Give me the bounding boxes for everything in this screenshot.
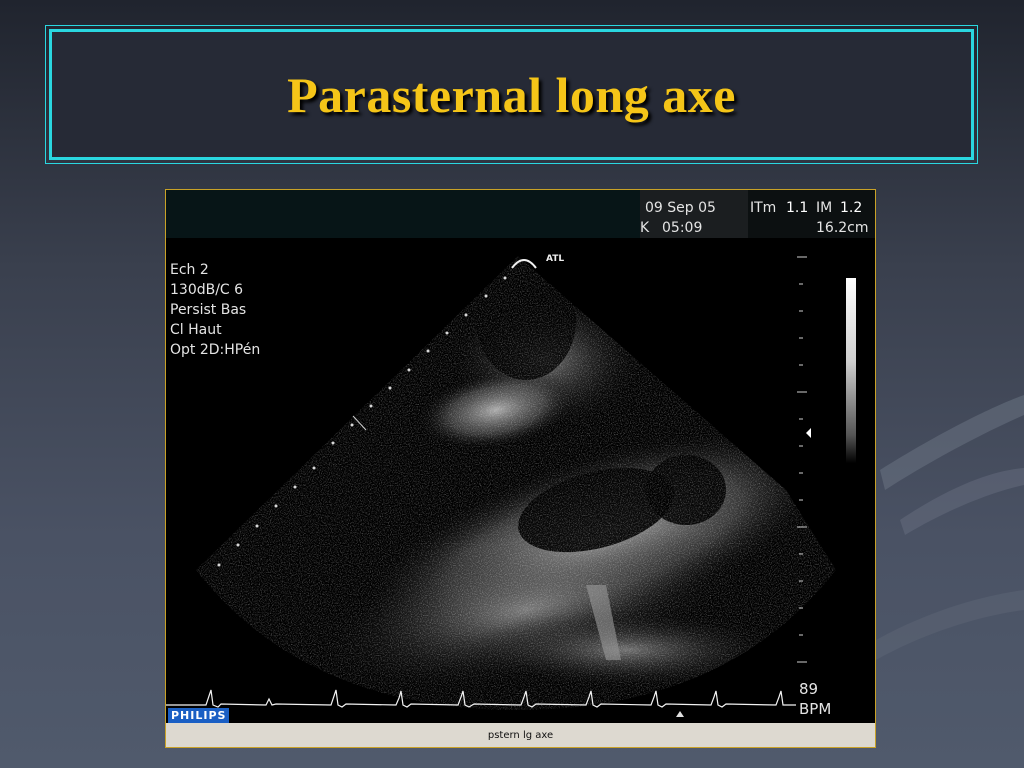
philips-logo: PHILIPS bbox=[168, 708, 230, 723]
heart-rate-unit: BPM bbox=[799, 700, 832, 718]
probe-label: ATL bbox=[546, 254, 564, 264]
echocardiogram-scan: ATL bbox=[166, 254, 836, 717]
focal-zone-marker bbox=[806, 428, 811, 438]
caption-bar: pstern lg axe bbox=[166, 723, 875, 747]
ecg-cursor-marker bbox=[676, 711, 684, 717]
slide-title: Parasternal long axe bbox=[287, 66, 736, 123]
title-box: Parasternal long axe bbox=[45, 25, 978, 164]
ultrasound-image-frame: 09 Sep 05 K 05:09 ITm 1.1 IM 1.2 16.2cm … bbox=[165, 189, 876, 748]
tissue-layers bbox=[196, 256, 836, 710]
image-caption: pstern lg axe bbox=[487, 729, 554, 741]
grayscale-bar bbox=[846, 278, 856, 463]
heart-rate-value: 89 bbox=[799, 680, 819, 698]
